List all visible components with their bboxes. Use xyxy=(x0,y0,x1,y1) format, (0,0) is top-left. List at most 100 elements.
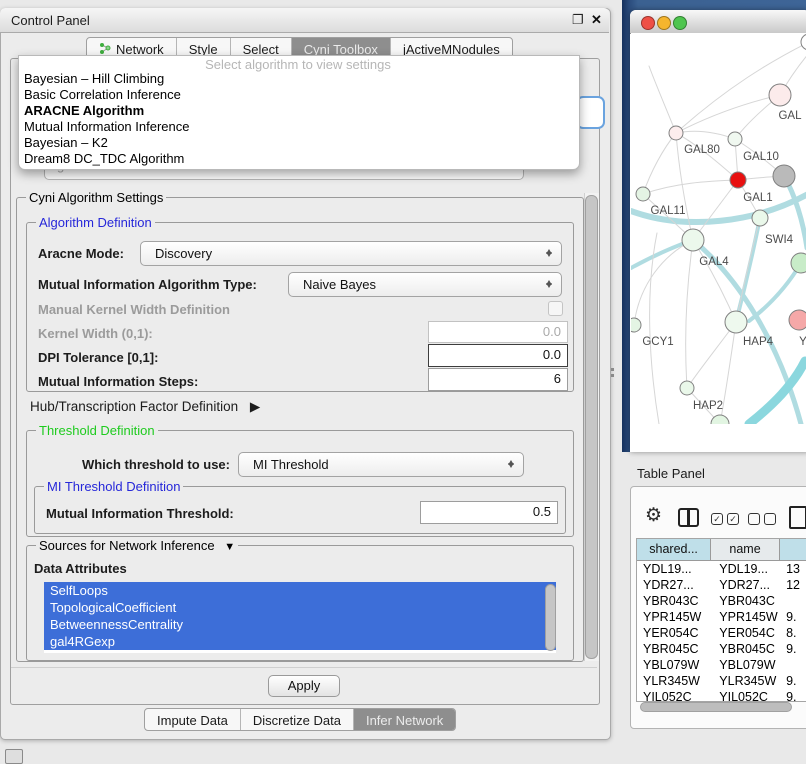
table-row[interactable]: YIL052CYIL052C9. xyxy=(637,689,806,702)
aracne-mode-value: Discovery xyxy=(155,246,212,261)
control-panel-titlebar[interactable] xyxy=(0,8,609,33)
stepper-icon xyxy=(545,245,554,261)
close-traffic-light[interactable] xyxy=(641,16,655,30)
data-attributes-list[interactable]: SelfLoopsTopologicalCoefficientBetweenne… xyxy=(44,582,556,653)
table-cell: YLR345W xyxy=(637,673,709,689)
table-row[interactable]: YBR045CYBR045C9. xyxy=(637,641,806,657)
tab-label: Infer Network xyxy=(366,713,443,728)
table-cell: YER054C xyxy=(709,625,782,641)
minimize-traffic-light[interactable] xyxy=(657,16,671,30)
threshold-definition-title: Threshold Definition xyxy=(36,423,158,438)
network-node[interactable] xyxy=(773,165,795,187)
table-cell: YDL19... xyxy=(709,561,782,577)
network-node-swi4[interactable] xyxy=(752,210,768,226)
stepper-icon xyxy=(507,456,516,472)
dropdown-item[interactable]: Bayesian – Hill Climbing xyxy=(20,71,576,87)
tab-impute-data[interactable]: Impute Data xyxy=(145,709,241,730)
apply-button[interactable]: Apply xyxy=(268,675,340,697)
mi-steps-label: Mutual Information Steps: xyxy=(38,374,198,389)
aracne-mode-combo[interactable]: Discovery xyxy=(140,241,562,266)
collapse-arrow-icon: ▼ xyxy=(224,541,235,553)
node-label: HAP4 xyxy=(743,336,774,348)
network-node-hap2[interactable] xyxy=(680,381,694,395)
table-row[interactable]: YLR345WYLR345W9. xyxy=(637,673,806,689)
dropdown-item[interactable]: Dream8 DC_TDC Algorithm xyxy=(20,151,576,167)
table-cell: YPR145W xyxy=(709,609,782,625)
table-row[interactable]: YBR043CYBR043C xyxy=(637,593,806,609)
panel-splitter-grip[interactable] xyxy=(609,366,616,380)
manual-kernel-width-checkbox[interactable] xyxy=(548,301,563,316)
table-cell: 12 xyxy=(782,577,806,593)
close-window-icon[interactable]: ✕ xyxy=(591,12,602,28)
hub-tf-definition-label: Hub/Transcription Factor Definition xyxy=(30,399,238,414)
node-label: GAL4 xyxy=(699,256,729,268)
sources-title-row[interactable]: Sources for Network Inference ▼ xyxy=(36,538,238,553)
network-node-gal10[interactable] xyxy=(728,132,742,146)
table-cell: YER054C xyxy=(637,625,709,641)
gear-icon[interactable]: ⚙ xyxy=(645,506,662,525)
table-cell: YBR043C xyxy=(637,593,709,609)
table-cell: YDR27... xyxy=(709,577,782,593)
table-cell: 9. xyxy=(782,673,806,689)
network-node-gal11[interactable] xyxy=(636,187,650,201)
table-row[interactable]: YER054CYER054C8. xyxy=(637,625,806,641)
float-window-icon[interactable]: ❐ xyxy=(572,12,584,28)
table-row[interactable]: YBL079WYBL079W xyxy=(637,657,806,673)
settings-scrollbar-thumb[interactable] xyxy=(585,195,598,659)
network-node[interactable] xyxy=(791,253,806,273)
attribute-list-item[interactable]: gal4RGexp xyxy=(44,633,556,650)
network-node[interactable] xyxy=(801,34,806,50)
unchecked-box-icon xyxy=(748,513,760,525)
deselect-all-checkboxes-icon[interactable] xyxy=(748,513,776,525)
attributes-scrollbar-thumb[interactable] xyxy=(545,584,556,651)
table-row[interactable]: YDL19...YDL19...13 xyxy=(637,561,806,577)
file-icon[interactable] xyxy=(789,506,806,529)
dpi-tolerance-field[interactable]: 0.0 xyxy=(428,344,568,367)
attribute-list-item[interactable]: TopologicalCoefficient xyxy=(44,599,556,616)
table-cell: YDR27... xyxy=(637,577,709,593)
network-node-gal[interactable] xyxy=(769,84,791,106)
table-row[interactable]: YPR145WYPR145W9. xyxy=(637,609,806,625)
mi-threshold-field[interactable]: 0.5 xyxy=(420,501,558,524)
attribute-list-item[interactable]: SelfLoops xyxy=(44,582,556,599)
column-header[interactable] xyxy=(780,539,806,560)
hub-tf-definition-toggle[interactable]: Hub/Transcription Factor Definition ▶ xyxy=(30,399,260,415)
network-node-gal1[interactable] xyxy=(730,172,746,188)
which-threshold-combo[interactable]: MI Threshold xyxy=(238,452,524,477)
table-hscrollbar-thumb[interactable] xyxy=(640,702,792,712)
dropdown-item[interactable]: Basic Correlation Inference xyxy=(20,87,576,103)
algorithm-combo-fragment[interactable] xyxy=(576,96,605,129)
mi-algorithm-type-combo[interactable]: Naive Bayes xyxy=(288,272,562,297)
attribute-list-item[interactable]: BetweennessCentrality xyxy=(44,616,556,633)
network-node-gal4[interactable] xyxy=(682,229,704,251)
tab-discretize-data[interactable]: Discretize Data xyxy=(241,709,354,730)
network-node-y[interactable] xyxy=(789,310,806,330)
tab-infer-network[interactable]: Infer Network xyxy=(354,709,455,730)
network-edge xyxy=(676,95,780,133)
column-header[interactable]: shared... xyxy=(637,539,711,560)
cyni-algorithm-settings-title: Cyni Algorithm Settings xyxy=(26,190,166,205)
node-label: GCY1 xyxy=(642,336,673,348)
network-node-gcy1[interactable] xyxy=(631,318,641,332)
network-canvas[interactable]: GAL80GAL10GAL1GAL11SWI4GAL4GCY1HAP4YHAP2… xyxy=(631,33,806,424)
network-node-gal80[interactable] xyxy=(669,126,683,140)
zoom-traffic-light[interactable] xyxy=(673,16,687,30)
dropdown-item[interactable]: ARACNE Algorithm xyxy=(20,103,576,119)
dropdown-item[interactable]: Bayesian – K2 xyxy=(20,135,576,151)
mi-steps-field[interactable]: 6 xyxy=(428,368,568,391)
table-cell: YPR145W xyxy=(637,609,709,625)
network-node-hap4[interactable] xyxy=(725,311,747,333)
table-cell xyxy=(782,593,806,609)
column-header[interactable]: name xyxy=(711,539,780,560)
sources-title: Sources for Network Inference xyxy=(39,538,215,553)
select-all-checkboxes-icon[interactable]: ✓ ✓ xyxy=(711,513,739,525)
node-table[interactable]: shared...name YDL19...YDL19...13YDR27...… xyxy=(636,538,806,702)
table-body: YDL19...YDL19...13YDR27...YDR27...12YBR0… xyxy=(637,561,806,702)
kernel-width-field[interactable]: 0.0 xyxy=(428,321,568,343)
columns-icon[interactable] xyxy=(678,508,699,527)
network-edge xyxy=(643,180,738,194)
network-node[interactable] xyxy=(711,415,729,424)
dpi-tolerance-label: DPI Tolerance [0,1]: xyxy=(38,350,158,365)
table-row[interactable]: YDR27...YDR27...12 xyxy=(637,577,806,593)
dropdown-item[interactable]: Mutual Information Inference xyxy=(20,119,576,135)
